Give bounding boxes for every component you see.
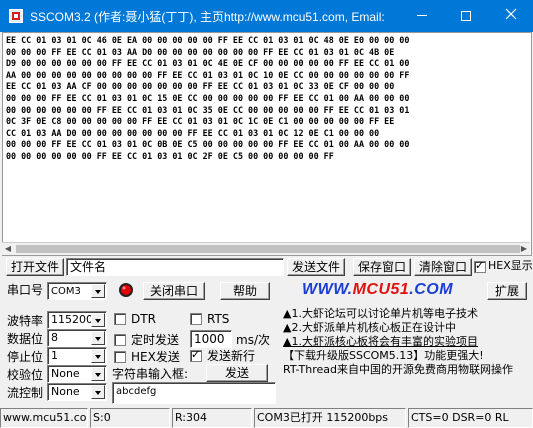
ad-line[interactable]: ▲1.大虾派核心板将会有丰富的实验项目 — [283, 335, 513, 349]
status-port: COM3已打开 115200bps — [254, 408, 406, 428]
stop-bits-label: 停止位 — [7, 350, 44, 364]
port-select[interactable]: COM3 — [47, 282, 107, 300]
open-file-button[interactable]: 打开文件 — [6, 258, 64, 276]
ad-line[interactable]: ▲2.大虾派单片机核心板正在设计中 — [283, 321, 513, 335]
receive-line: D9 00 00 00 00 00 00 FF EE CC 01 03 01 0… — [6, 58, 410, 69]
help-button[interactable]: 帮助 — [220, 282, 270, 300]
minimize-icon — [417, 15, 427, 16]
hex-display-label: HEX显示 — [488, 259, 533, 272]
title-bar[interactable]: SSCOM3.2 (作者:聂小猛(丁丁), 主页http://www.mcu51… — [0, 0, 533, 32]
flow-select[interactable]: None — [47, 383, 107, 401]
close-port-button[interactable]: 关闭串口 — [143, 282, 205, 300]
send-newline-checkbox[interactable] — [190, 348, 202, 362]
hex-send-checkbox[interactable] — [114, 351, 126, 363]
timed-send-checkbox[interactable] — [114, 334, 126, 346]
baud-label: 波特率 — [7, 314, 44, 328]
chevron-down-icon[interactable] — [91, 284, 105, 298]
receive-data: EE CC 01 03 01 0C 46 0E EA 00 00 00 00 0… — [3, 33, 531, 165]
ad-panel[interactable]: ▲1.大虾论坛可以讨论单片机等电子技术 ▲2.大虾派单片机核心板正在设计中 ▲1… — [283, 307, 513, 377]
chevron-down-icon[interactable] — [91, 385, 105, 399]
save-window-button[interactable]: 保存窗口 — [353, 258, 411, 276]
filename-field[interactable]: 文件名 — [66, 258, 284, 276]
chevron-down-icon[interactable] — [91, 331, 105, 345]
status-bar: www.mcu51.cor S:0 R:304 COM3已打开 115200bp… — [0, 408, 533, 428]
close-button[interactable] — [489, 0, 533, 32]
window-title: SSCOM3.2 (作者:聂小猛(丁丁), 主页http://www.mcu51… — [30, 10, 385, 24]
interval-field[interactable]: 1000 — [190, 330, 232, 348]
maximize-button[interactable] — [444, 0, 488, 32]
ad-line[interactable]: 【下载升级版SSCOM5.13】功能更强大! — [283, 349, 513, 363]
scroll-thumb[interactable] — [16, 245, 520, 253]
expand-button[interactable]: 扩展 — [487, 282, 527, 300]
receive-line: 00 00 00 00 00 00 FF EE CC 01 03 01 0C 2… — [6, 150, 334, 161]
receive-line: 0C 3F 0E C8 00 00 00 00 00 FF EE CC 01 0… — [6, 116, 395, 127]
receive-line: EE CC 01 03 AA CF 00 00 00 00 00 00 00 F… — [6, 81, 395, 92]
receive-line: 00 00 00 FF EE CC 01 03 01 0C 0B 0E C5 0… — [6, 139, 410, 150]
baud-select[interactable]: 115200 — [47, 311, 107, 329]
horizontal-scrollbar[interactable]: ◀ ▶ — [2, 242, 530, 255]
timed-send-label: 定时发送 — [131, 333, 180, 347]
port-value: COM3 — [51, 286, 81, 297]
send-file-button[interactable]: 发送文件 — [287, 258, 345, 276]
stop-bits-value: 1 — [51, 349, 58, 362]
parity-label: 校验位 — [7, 368, 44, 382]
scroll-left-icon[interactable]: ◀ — [2, 243, 14, 255]
stop-bits-select[interactable]: 1 — [47, 347, 107, 365]
receive-line: 00 00 00 FF EE CC 01 03 01 0C 15 0E CC 0… — [6, 92, 410, 103]
hex-send-label: HEX发送 — [131, 350, 180, 364]
receive-line: CC 01 03 AA D0 00 00 00 00 00 00 00 FF E… — [6, 127, 380, 138]
receive-line: AA 00 00 00 00 00 00 00 00 00 FF EE CC 0… — [6, 69, 410, 80]
parity-select[interactable]: None — [47, 365, 107, 383]
input-label: 字符串输入框: — [112, 367, 189, 381]
status-site: www.mcu51.cor — [0, 408, 88, 428]
receive-line: EE CC 01 03 01 0C 46 0E EA 00 00 00 00 0… — [6, 35, 410, 45]
rts-label: RTS — [207, 312, 230, 326]
receive-line: 00 00 00 00 00 00 FF EE CC 01 03 01 0C 3… — [6, 104, 410, 115]
baud-value: 115200 — [51, 313, 93, 326]
chevron-down-icon[interactable] — [91, 349, 105, 363]
ad-line[interactable]: ▲1.大虾论坛可以讨论单片机等电子技术 — [283, 307, 513, 321]
receive-line: 00 00 00 FF EE CC 01 03 AA D0 00 00 00 0… — [6, 46, 395, 57]
rts-checkbox[interactable] — [190, 313, 202, 325]
string-input-field[interactable]: abcdefg — [112, 382, 276, 404]
close-icon — [505, 8, 517, 20]
app-icon — [9, 9, 23, 23]
data-bits-label: 数据位 — [7, 332, 44, 346]
chevron-down-icon[interactable] — [91, 367, 105, 381]
hex-display-checkbox[interactable] — [474, 259, 486, 273]
clear-window-button[interactable]: 清除窗口 — [414, 258, 472, 276]
minimize-button[interactable] — [400, 0, 444, 32]
dtr-checkbox[interactable] — [114, 313, 126, 325]
mcu51-logo: WWW.MCU51.COM — [302, 281, 454, 298]
port-status-icon — [118, 282, 134, 298]
interval-unit: ms/次 — [236, 333, 270, 347]
sscom-window: SSCOM3.2 (作者:聂小猛(丁丁), 主页http://www.mcu51… — [0, 0, 533, 428]
chevron-down-icon[interactable] — [91, 313, 105, 327]
dtr-label: DTR — [131, 312, 156, 326]
ad-line[interactable]: RT-Thread来自中国的开源免费商用物联网操作 — [283, 363, 513, 377]
maximize-icon — [461, 11, 471, 21]
scroll-right-icon[interactable]: ▶ — [518, 243, 530, 255]
parity-value: None — [51, 367, 80, 380]
send-button[interactable]: 发送 — [206, 364, 268, 382]
flow-value: None — [51, 385, 80, 398]
receive-area[interactable]: EE CC 01 03 01 0C 46 0E EA 00 00 00 00 0… — [2, 32, 532, 256]
data-bits-value: 8 — [51, 331, 58, 344]
flow-label: 流控制 — [7, 386, 44, 400]
port-label: 串口号 — [7, 283, 44, 297]
status-sent: S:0 — [90, 408, 170, 428]
status-received: R:304 — [172, 408, 252, 428]
send-newline-label: 发送新行 — [207, 349, 256, 363]
status-signals: CTS=0 DSR=0 RL — [408, 408, 533, 428]
data-bits-select[interactable]: 8 — [47, 329, 107, 347]
